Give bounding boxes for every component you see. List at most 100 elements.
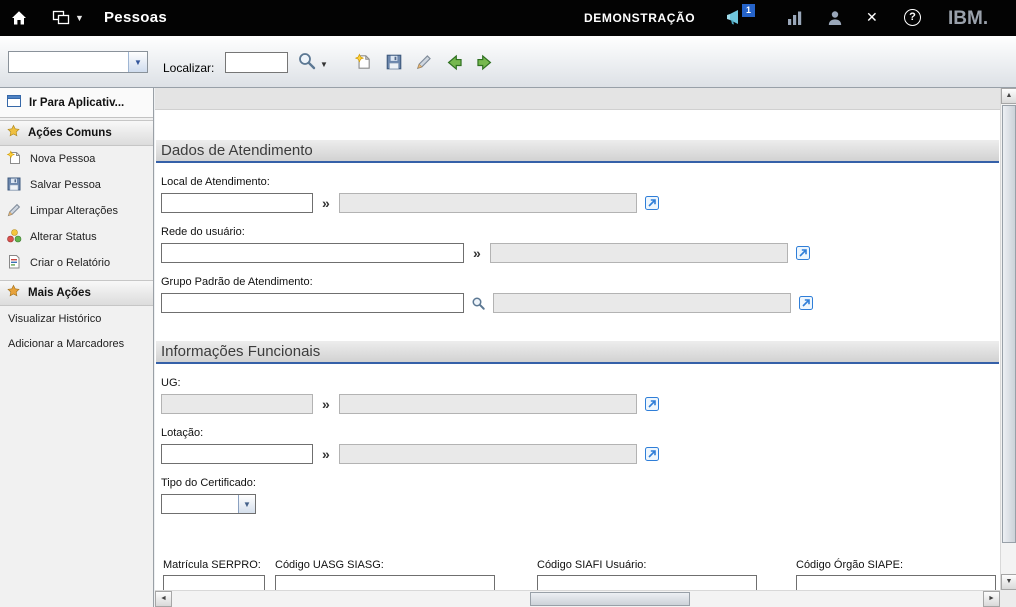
field-row-local: » (161, 193, 1000, 213)
search-options-caret-icon[interactable]: ▼ (320, 60, 328, 69)
section-header-funcionais: Informações Funcionais (156, 341, 999, 364)
chevron-down-icon: ▼ (75, 13, 84, 23)
app-switcher-combobox[interactable]: ▼ (8, 51, 148, 73)
sidebar-item-adicionar-marcadores[interactable]: Adicionar a Marcadores (0, 331, 153, 356)
horizontal-scrollbar[interactable]: ◄ ► (155, 590, 1000, 607)
sidebar-item-criar-relatorio[interactable]: Criar o Relatório (0, 250, 153, 276)
section-header-atendimento: Dados de Atendimento (156, 140, 999, 163)
new-record-icon (6, 150, 22, 169)
reports-chart-icon[interactable] (786, 9, 804, 32)
lotacao-input[interactable] (161, 444, 313, 464)
application-window-icon (6, 93, 22, 112)
lookup-search-icon[interactable] (471, 296, 486, 311)
field-row-rede: » (161, 243, 1000, 263)
more-actions-label: Mais Ações (28, 287, 91, 299)
sidebar-item-label: Criar o Relatório (30, 257, 110, 269)
scrollbar-corner (1000, 590, 1016, 607)
save-record-icon[interactable] (383, 51, 405, 73)
more-actions-header: Mais Ações (0, 280, 153, 306)
matricula-serpro-input[interactable] (163, 575, 265, 590)
localizar-input[interactable] (225, 52, 288, 73)
field-row-ug: » (161, 394, 1000, 414)
local-atendimento-input[interactable] (161, 193, 313, 213)
next-record-icon[interactable] (473, 51, 495, 73)
codigo-siape-input[interactable] (796, 575, 996, 590)
common-actions-icon (6, 124, 21, 142)
detail-menu-icon[interactable] (644, 446, 660, 462)
rede-usuario-description (490, 243, 788, 263)
sidebar-item-salvar-pessoa[interactable]: Salvar Pessoa (0, 172, 153, 198)
spacer (155, 110, 1000, 140)
select-dropdown-icon[interactable]: ▼ (238, 495, 255, 513)
common-actions-header: Ações Comuns (0, 120, 153, 146)
field-label-siafi: Código SIAFI Usuário: (537, 559, 646, 571)
sidebar-item-label: Salvar Pessoa (30, 179, 101, 191)
new-record-icon[interactable] (352, 51, 374, 73)
field-label-grupo: Grupo Padrão de Atendimento: (161, 276, 1000, 288)
search-icon[interactable] (297, 51, 317, 76)
detail-menu-icon[interactable] (798, 295, 814, 311)
notification-badge: 1 (742, 4, 755, 17)
sidebar-item-visualizar-historico[interactable]: Visualizar Histórico (0, 306, 153, 331)
select-value-chevrons-icon[interactable]: » (322, 196, 330, 210)
detail-menu-icon[interactable] (644, 396, 660, 412)
scroll-down-icon[interactable]: ▼ (1001, 574, 1016, 590)
clear-changes-icon (6, 202, 22, 221)
select-value-chevrons-icon[interactable]: » (322, 397, 330, 411)
localizar-label: Localizar: (163, 61, 214, 75)
app-switcher-input[interactable] (9, 52, 128, 72)
vertical-scrollbar[interactable]: ▲ ▼ (1000, 88, 1016, 590)
help-icon[interactable]: ? (904, 9, 921, 26)
go-to-applications-icon[interactable]: ▼ (52, 10, 84, 26)
top-bar: ▼ Pessoas DEMONSTRAÇÃO 1 ✕ ? IBM. (0, 0, 1016, 36)
environment-label: DEMONSTRAÇÃO (584, 11, 695, 25)
sidebar-item-label: Visualizar Histórico (8, 313, 101, 325)
sidebar-go-to-applications[interactable]: Ir Para Aplicativ... (0, 88, 153, 118)
rede-usuario-input[interactable] (161, 243, 464, 263)
clear-changes-icon[interactable] (413, 51, 435, 73)
local-atendimento-description (339, 193, 637, 213)
sidebar-item-limpar-alteracoes[interactable]: Limpar Alterações (0, 198, 153, 224)
scroll-left-icon[interactable]: ◄ (155, 591, 172, 607)
field-row-certificado: ▼ (161, 494, 1000, 514)
sidebar-item-label: Limpar Alterações (30, 205, 118, 217)
combobox-dropdown-icon[interactable]: ▼ (128, 52, 147, 72)
tab-strip (155, 88, 1000, 110)
report-icon (6, 254, 22, 273)
select-value-chevrons-icon[interactable]: » (322, 447, 330, 461)
save-icon (6, 176, 22, 195)
ug-input (161, 394, 313, 414)
field-label-local: Local de Atendimento: (161, 176, 1000, 188)
field-label-lotacao: Lotação: (161, 427, 1000, 439)
sidebar-item-alterar-status[interactable]: Alterar Status (0, 224, 153, 250)
more-actions-icon (6, 284, 21, 302)
close-icon[interactable]: ✕ (866, 9, 878, 26)
common-actions-label: Ações Comuns (28, 127, 112, 139)
field-label-ug: UG: (161, 377, 1000, 389)
go-to-label: Ir Para Aplicativ... (29, 97, 124, 109)
main-form: Dados de Atendimento Local de Atendiment… (155, 88, 1000, 590)
field-label-rede: Rede do usuário: (161, 226, 1000, 238)
detail-menu-icon[interactable] (795, 245, 811, 261)
vertical-scroll-thumb[interactable] (1002, 105, 1016, 543)
sidebar-item-label: Nova Pessoa (30, 153, 95, 165)
announcements-icon[interactable] (724, 7, 744, 32)
grupo-padrao-input[interactable] (161, 293, 464, 313)
scroll-up-icon[interactable]: ▲ (1001, 88, 1016, 104)
field-label-matricula: Matrícula SERPRO: (163, 559, 261, 571)
change-status-icon (6, 228, 22, 247)
previous-record-icon[interactable] (443, 51, 465, 73)
horizontal-scroll-thumb[interactable] (530, 592, 690, 606)
scroll-right-icon[interactable]: ► (983, 591, 1000, 607)
user-profile-icon[interactable] (826, 9, 844, 32)
field-row-grupo (161, 293, 1000, 313)
home-icon[interactable] (10, 9, 28, 32)
codigo-uasg-input[interactable] (275, 575, 495, 590)
codigo-siafi-input[interactable] (537, 575, 757, 590)
select-value-chevrons-icon[interactable]: » (473, 246, 481, 260)
ug-description (339, 394, 637, 414)
tipo-certificado-select[interactable]: ▼ (161, 494, 256, 514)
sidebar-item-nova-pessoa[interactable]: Nova Pessoa (0, 146, 153, 172)
detail-menu-icon[interactable] (644, 195, 660, 211)
field-label-certificado: Tipo do Certificado: (161, 477, 1000, 489)
